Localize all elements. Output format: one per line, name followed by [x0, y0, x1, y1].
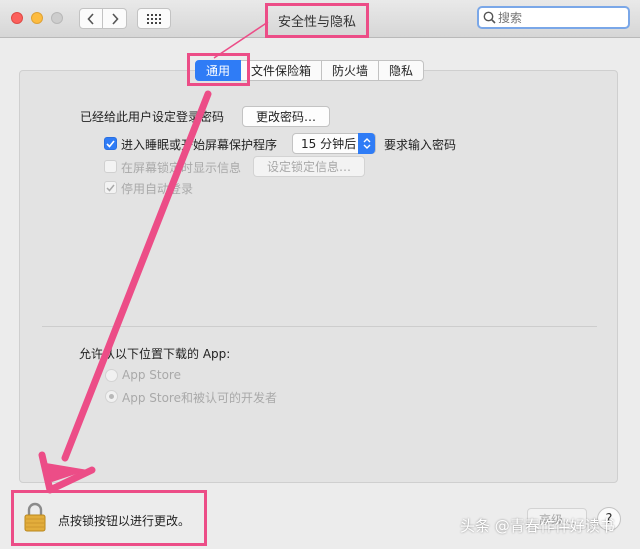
show-all-button[interactable]	[137, 8, 171, 29]
tab-filevault[interactable]: 文件保险箱	[241, 60, 323, 81]
watermark-text: 头条 @青春作伴好读书	[460, 517, 615, 535]
password-delay-value: 15 分钟后	[301, 137, 357, 151]
checkmark-icon	[106, 184, 115, 192]
close-window-button[interactable]	[11, 12, 23, 24]
lock-icon[interactable]	[24, 502, 46, 535]
chevron-left-icon	[87, 12, 94, 25]
updown-chevron-icon	[358, 133, 375, 154]
set-lock-message-button[interactable]: 设定锁定信息…	[253, 156, 365, 177]
settings-panel	[19, 70, 618, 483]
zoom-window-button[interactable]	[51, 12, 63, 24]
radio-app-store[interactable]	[105, 369, 118, 382]
minimize-window-button[interactable]	[31, 12, 43, 24]
tab-firewall[interactable]: 防火墙	[322, 60, 380, 81]
password-delay-select[interactable]: 15 分钟后	[292, 133, 376, 154]
chevron-right-icon	[111, 12, 119, 25]
search-icon	[483, 11, 496, 24]
search-field[interactable]	[477, 6, 630, 29]
back-button[interactable]	[79, 8, 103, 29]
radio-app-store-label: App Store	[122, 368, 181, 382]
forward-button[interactable]	[103, 8, 127, 29]
grid-icon	[147, 13, 161, 24]
require-password-label: 进入睡眠或开始屏幕保护程序	[121, 138, 278, 152]
search-input[interactable]	[498, 10, 618, 25]
radio-app-store-identified[interactable]	[105, 390, 118, 403]
show-message-label: 在屏幕锁定时显示信息	[121, 161, 242, 175]
checkmark-icon	[106, 139, 115, 148]
annotation-tab-highlight	[187, 53, 250, 86]
downloads-label: 允许从以下位置下载的 App:	[79, 347, 231, 361]
password-set-label: 已经给此用户设定登录密码	[80, 110, 225, 124]
tab-privacy[interactable]: 隐私	[379, 60, 425, 81]
window-title: 安全性与隐私	[265, 3, 369, 38]
disable-autologin-label: 停用自动登录	[121, 182, 194, 196]
section-divider	[42, 326, 597, 327]
require-password-suffix: 要求输入密码	[384, 138, 457, 152]
change-password-button[interactable]: 更改密码…	[242, 106, 330, 127]
lock-message: 点按锁按钮以进行更改。	[58, 514, 191, 528]
radio-app-store-identified-label: App Store和被认可的开发者	[122, 391, 277, 405]
require-password-checkbox[interactable]	[104, 137, 117, 150]
security-privacy-window: 安全性与隐私 通用 文件保险箱 防火墙 隐私 已经给此用户设定登录密码 更改密码…	[0, 0, 640, 549]
title-bar: 安全性与隐私	[0, 0, 640, 38]
show-message-checkbox[interactable]	[104, 160, 117, 173]
disable-autologin-checkbox[interactable]	[104, 181, 117, 194]
